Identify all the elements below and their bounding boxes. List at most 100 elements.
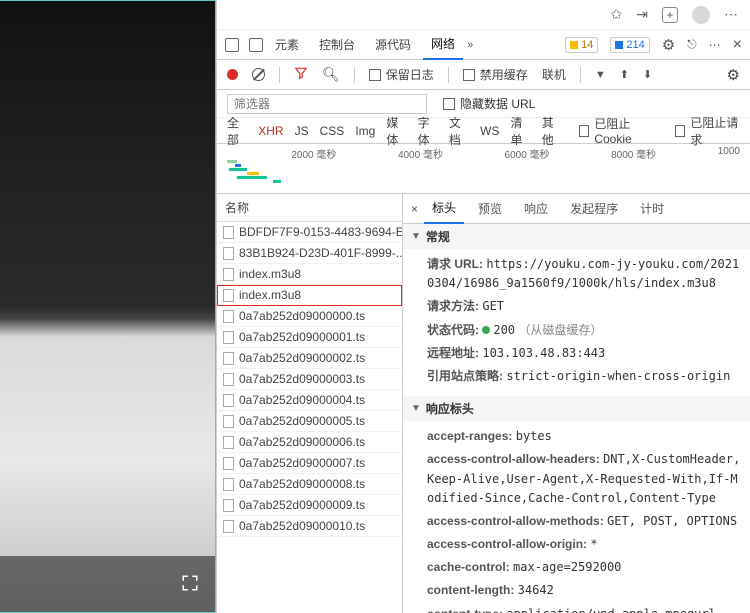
tick-label: 1000 [718,146,740,161]
detail-tab-headers[interactable]: 标头 [424,193,464,224]
request-row[interactable]: 0a7ab252d09000001.ts [217,327,402,348]
value-acam: GET, POST, OPTIONS [607,514,737,528]
request-name: 0a7ab252d09000000.ts [239,309,365,323]
blocked-cookies-checkbox[interactable]: 已阻止 Cookie [579,115,658,146]
messages-badge[interactable]: 214 [610,37,649,53]
request-name: 0a7ab252d09000006.ts [239,435,365,449]
request-row[interactable]: 0a7ab252d09000004.ts [217,390,402,411]
more-tabs-icon[interactable]: » [467,39,473,51]
filter-font[interactable]: 字体 [418,114,438,148]
filter-xhr[interactable]: XHR [258,124,283,138]
add-tab-button[interactable]: + [662,7,678,23]
request-row[interactable]: 0a7ab252d09000008.ts [217,474,402,495]
filter-img[interactable]: Img [355,124,375,138]
request-name: 83B1B924-D23D-401F-8999-... [239,246,402,260]
tab-elements[interactable]: 元素 [267,30,307,59]
value-status-note: （从磁盘缓存） [518,323,602,337]
section-response-headers[interactable]: ▼ 响应标头 [403,396,750,421]
filter-all[interactable]: 全部 [227,114,247,148]
filter-js[interactable]: JS [295,124,309,138]
warnings-badge[interactable]: 14 [565,37,598,53]
activity-icon[interactable]: ⎋ [687,37,697,52]
timeline-bars [227,160,281,184]
record-button[interactable] [227,69,238,80]
tab-console[interactable]: 控制台 [311,30,363,59]
request-row[interactable]: 0a7ab252d09000009.ts [217,495,402,516]
upload-har-icon[interactable]: ⬆ [620,68,629,81]
value-acao: * [590,537,597,551]
detail-tab-response[interactable]: 响应 [516,194,556,223]
detail-tab-initiator[interactable]: 发起程序 [562,194,626,223]
file-icon [223,457,234,470]
filter-css[interactable]: CSS [320,124,345,138]
throttling-select[interactable]: 联机 [542,66,566,83]
request-row[interactable]: 0a7ab252d09000000.ts [217,306,402,327]
detail-tab-preview[interactable]: 预览 [470,194,510,223]
caret-down-icon: ▼ [411,403,421,414]
filter-doc[interactable]: 文档 [449,114,469,148]
blocked-requests-checkbox[interactable]: 已阻止请求 [675,114,740,148]
request-row[interactable]: 83B1B924-D23D-401F-8999-... [217,243,402,264]
fullscreen-icon[interactable] [181,574,199,595]
label-request-url: 请求 URL: [427,257,483,271]
filter-ws[interactable]: WS [480,124,499,138]
settings-icon[interactable]: ⚙ [662,36,675,54]
request-row[interactable]: index.m3u8 [217,285,402,306]
request-name: 0a7ab252d09000010.ts [239,519,365,533]
request-row[interactable]: 0a7ab252d09000006.ts [217,432,402,453]
preserve-log-checkbox[interactable]: 保留日志 [369,66,434,83]
network-settings-icon[interactable]: ⚙ [727,66,740,84]
search-icon[interactable]: 🔍︎ [322,66,340,83]
label-status: 状态代码: [427,323,479,337]
tab-sources[interactable]: 源代码 [367,30,419,59]
file-icon [223,247,234,260]
request-name: 0a7ab252d09000004.ts [239,393,365,407]
filter-other[interactable]: 其他 [542,114,562,148]
section-general[interactable]: ▼ 常规 [403,224,750,249]
tab-network[interactable]: 网络 [423,29,463,60]
filter-manifest[interactable]: 清单 [510,114,530,148]
inspect-icon[interactable] [225,38,239,52]
device-toggle-icon[interactable] [249,38,263,52]
close-devtools-icon[interactable]: × [733,36,742,54]
file-icon [223,268,234,281]
label-acao: access-control-allow-origin: [427,537,587,551]
hide-data-urls-checkbox[interactable]: 隐藏数据 URL [443,95,535,112]
request-row[interactable]: 0a7ab252d09000003.ts [217,369,402,390]
throttling-caret-icon[interactable]: ▼ [595,69,606,81]
video-viewport[interactable] [0,0,216,613]
label-remote: 远程地址: [427,346,479,360]
clear-button[interactable] [252,68,265,81]
label-cache-control: cache-control: [427,560,510,574]
more-icon[interactable]: ⋯ [709,38,721,52]
separator [580,67,581,83]
tick-label: 4000 毫秒 [398,146,443,161]
disable-cache-checkbox[interactable]: 禁用缓存 [463,66,528,83]
file-icon [223,415,234,428]
request-row[interactable]: 0a7ab252d09000005.ts [217,411,402,432]
request-row[interactable]: 0a7ab252d09000002.ts [217,348,402,369]
request-name: 0a7ab252d09000003.ts [239,372,365,386]
request-row[interactable]: BDFDF7F9-0153-4483-9694-E... [217,222,402,243]
column-header-name[interactable]: 名称 [217,194,402,222]
reader-icon[interactable]: ⇥ [636,6,648,23]
request-row[interactable]: 0a7ab252d09000007.ts [217,453,402,474]
filter-row: 隐藏数据 URL [217,90,750,118]
request-row[interactable]: index.m3u8 [217,264,402,285]
detail-tab-timing[interactable]: 计时 [632,194,672,223]
network-toolbar: 🔍︎ 保留日志 禁用缓存 联机 ▼ ⬆ ⬇ ⚙ [217,60,750,90]
profile-avatar[interactable] [692,6,710,24]
favorite-icon[interactable]: ✩ [611,6,623,23]
filter-icon[interactable] [294,66,308,83]
filter-input[interactable] [227,94,427,114]
file-icon [223,352,234,365]
file-icon [223,478,234,491]
value-remote: 103.103.48.83:443 [482,346,605,360]
timeline-overview[interactable]: 2000 毫秒 4000 毫秒 6000 毫秒 8000 毫秒 1000 [217,144,750,194]
request-row[interactable]: 0a7ab252d09000010.ts [217,516,402,537]
browser-menu-icon[interactable]: ⋯ [724,6,738,23]
download-har-icon[interactable]: ⬇ [643,68,652,81]
filter-media[interactable]: 媒体 [386,114,406,148]
file-icon [223,499,234,512]
close-details-icon[interactable]: × [411,202,418,216]
